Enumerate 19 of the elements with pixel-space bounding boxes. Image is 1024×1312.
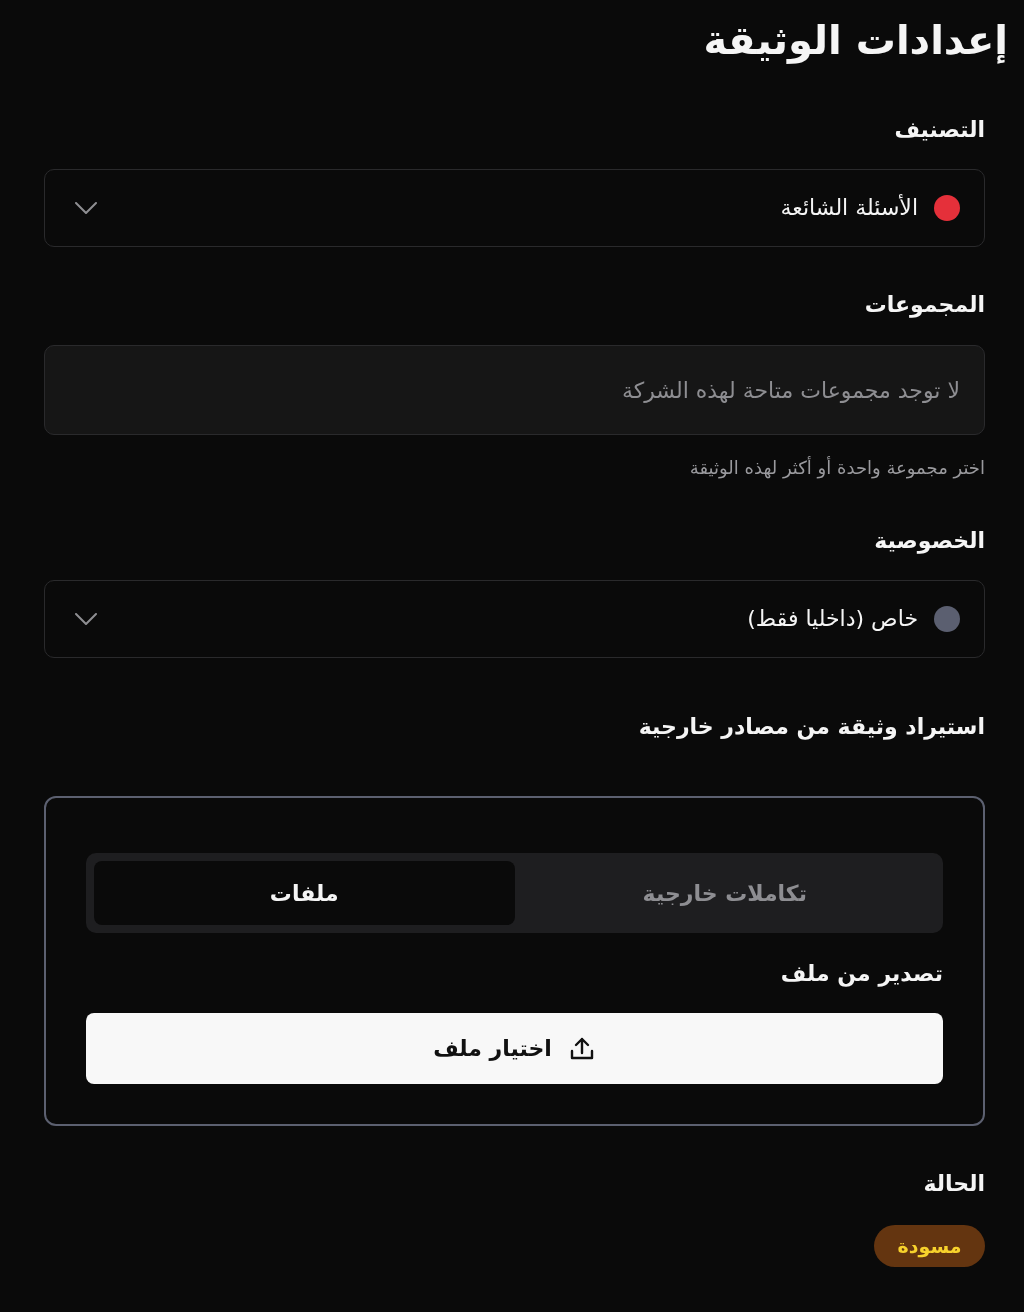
choose-file-button[interactable]: اختيار ملف bbox=[86, 1013, 943, 1084]
helper-text: اختر مجموعة واحدة أو أكثر لهذه الوثيقة bbox=[688, 455, 985, 481]
chevron-down-icon bbox=[75, 202, 97, 214]
groups-field[interactable]: لا توجد مجموعات متاحة لهذه الشركة bbox=[44, 345, 985, 435]
status-badge: مسودة bbox=[874, 1225, 985, 1267]
field-label: التصنيف bbox=[893, 116, 985, 144]
dropdown-select[interactable]: خاص (داخليا فقط) bbox=[44, 580, 985, 658]
field-label: المجموعات bbox=[863, 291, 985, 320]
field-label: الخصوصية bbox=[873, 527, 985, 556]
selected-value: الأسئلة الشائعة bbox=[780, 193, 918, 222]
dropdown-select[interactable]: الأسئلة الشائعة bbox=[44, 169, 985, 247]
tab[interactable]: تكاملات خارجية bbox=[514, 861, 935, 925]
section-label: استيراد وثيقة من مصادر خارجية bbox=[637, 713, 985, 742]
subsection-label: تصدير من ملف bbox=[779, 960, 943, 989]
field-label: الحالة bbox=[922, 1170, 985, 1198]
tab[interactable]: ملفات bbox=[94, 861, 515, 925]
selected-value: خاص (داخليا فقط) bbox=[747, 605, 918, 633]
page-title: إعدادات الوثيقة bbox=[702, 16, 1008, 66]
chevron-down-icon bbox=[75, 613, 97, 625]
